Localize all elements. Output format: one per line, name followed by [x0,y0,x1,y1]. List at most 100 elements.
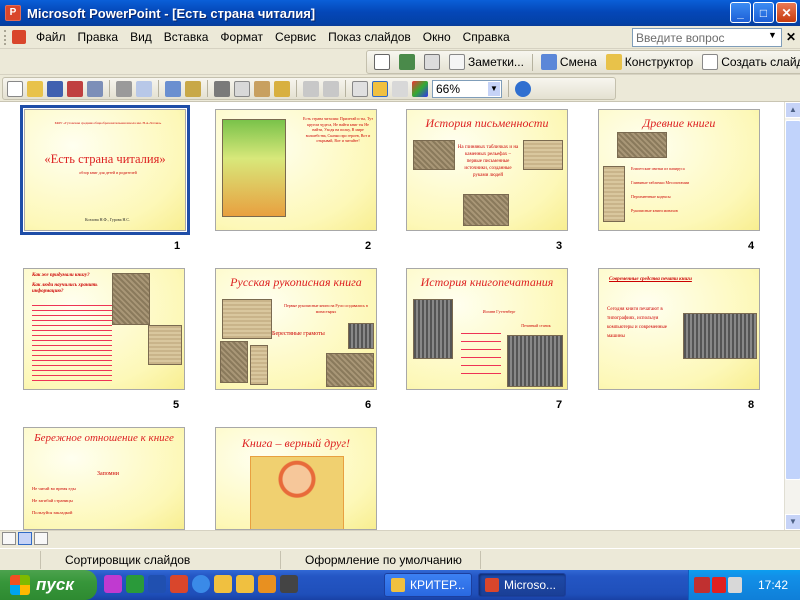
scroll-up-icon[interactable]: ▲ [785,102,800,118]
doc-close-icon[interactable]: ✕ [786,30,796,44]
menu-slideshow[interactable]: Показ слайдов [322,28,417,46]
expand-all-icon[interactable] [352,80,368,97]
slide-thumbnail-5[interactable]: Как же придумали книгу? Как люди научили… [23,268,185,390]
save-icon[interactable] [47,80,63,97]
notes-label: Заметки... [468,55,524,69]
redo-icon[interactable] [323,80,339,97]
slide-1-title: «Есть страна читалия» [44,152,166,166]
slide-number: 3 [556,240,563,252]
open-folder-icon[interactable] [27,80,43,97]
speaker-icon[interactable] [728,577,742,593]
slide-thumbnail-2[interactable]: Есть страна читалия: Прилетай и ты, Тут … [215,109,377,231]
vertical-scrollbar[interactable]: ▲ ▼ [784,102,800,530]
slide-thumbnail-8[interactable]: Современные средства печати книги Сегодн… [598,268,760,390]
help-search-input[interactable]: Введите вопрос [632,28,782,47]
view-buttons-bar [0,530,800,546]
menu-window[interactable]: Окно [417,28,457,46]
media-player-icon[interactable] [258,575,276,593]
minimize-button[interactable]: _ [730,2,751,23]
new-slide-button[interactable]: Создать слайд [699,52,800,72]
chevron-down-icon[interactable]: ▼ [768,30,777,40]
slide-5-body [32,305,112,385]
folder-icon[interactable] [236,575,254,593]
maximize-button[interactable]: □ [753,2,774,23]
manuscript-image [148,325,182,365]
powerpoint-icon[interactable] [170,575,188,593]
scrollbar-thumb[interactable] [785,120,800,480]
menu-help[interactable]: Справка [457,28,516,46]
quick-launch-icon[interactable] [104,575,122,593]
zoom-select[interactable]: 66% ▼ [432,79,502,98]
summary-button[interactable] [421,52,443,72]
grayscale-icon [374,54,390,70]
status-view: Сортировщик слайдов [40,550,280,569]
start-button[interactable]: пуск [0,570,97,600]
color-grayscale-icon[interactable] [412,80,428,97]
slide-thumbnail-6[interactable]: Русская рукописная книга Первые рукописн… [215,268,377,390]
format-painter-icon[interactable] [274,80,290,97]
word-icon[interactable] [148,575,166,593]
print-preview-icon[interactable] [136,80,152,97]
birch-bark-image [222,299,272,339]
slideshow-view-icon[interactable] [34,532,48,545]
taskbar-item-powerpoint[interactable]: Microso... [478,573,566,597]
slide-thumbnail-3[interactable]: История письменности На глиняных табличк… [406,109,568,231]
menu-format[interactable]: Формат [214,28,269,46]
normal-view-icon[interactable] [2,532,16,545]
paste-icon[interactable] [254,80,270,97]
slide-thumbnail-10[interactable]: Книга – верный друг! [215,427,377,530]
kaspersky-icon[interactable] [712,577,726,593]
slide-thumbnail-4[interactable]: Древние книги Египетские свитки из папир… [598,109,760,231]
research-icon[interactable] [185,80,201,97]
close-button[interactable]: ✕ [776,2,797,23]
slide-7-caption: Печатный станок [521,323,551,328]
slide-number: 8 [748,399,755,411]
menu-file[interactable]: Файл [30,28,72,46]
slide-5-subtitle: Как люди научились хранить информацию? [32,283,98,294]
email-icon[interactable] [87,80,103,97]
slide-thumbnail-7[interactable]: История книгопечатания Иоганн Гуттенберг… [406,268,568,390]
hide-slide-button[interactable] [396,52,418,72]
slide-4-bullet: Рукописные книги монахов [631,208,678,213]
powerpoint-icon [485,578,499,592]
title-bar: P Microsoft PowerPoint - [Есть страна чи… [0,0,800,26]
menu-insert[interactable]: Вставка [158,28,215,46]
notes-button[interactable]: Заметки... [446,52,527,72]
desktop-icon[interactable] [280,575,298,593]
slide-7-title: История книгопечатания [420,275,554,289]
print-icon[interactable] [116,80,132,97]
show-grid-icon[interactable] [392,80,408,97]
menu-view[interactable]: Вид [124,28,158,46]
slide-thumbnail-1[interactable]: МОУ «Гутовская средняя общеобразовательн… [20,105,190,235]
document-icon[interactable] [12,30,26,44]
excel-icon[interactable] [126,575,144,593]
transition-button[interactable]: Смена [538,52,600,72]
internet-explorer-icon[interactable] [192,575,210,593]
new-document-icon[interactable] [7,80,23,97]
menu-tools[interactable]: Сервис [269,28,322,46]
undo-icon[interactable] [303,80,319,97]
slide-thumbnail-9[interactable]: Бережное отношение к книге Запомни Не чи… [23,427,185,530]
taskbar-item-folder[interactable]: КРИТЕР... [384,573,472,597]
tablet-image [523,140,563,170]
formatting-toggle-icon[interactable] [372,80,388,97]
menu-bar: Файл Правка Вид Вставка Формат Сервис По… [0,26,800,49]
chevron-down-icon[interactable]: ▼ [488,81,500,96]
cut-icon[interactable] [214,80,230,97]
antivirus-icon[interactable] [694,577,710,593]
slide-sorter-view-icon[interactable] [18,532,32,545]
scroll-down-icon[interactable]: ▼ [785,514,800,530]
grayscale-button[interactable] [371,52,393,72]
powerpoint-icon[interactable]: P [5,5,21,21]
permission-icon[interactable] [67,80,83,97]
copy-icon[interactable] [234,80,250,97]
help-icon[interactable] [515,80,531,97]
folder-icon[interactable] [214,575,232,593]
spelling-icon[interactable] [165,80,181,97]
slide-sorter: МОУ «Гутовская средняя общеобразовательн… [0,102,784,530]
menu-edit[interactable]: Правка [72,28,125,46]
designer-button[interactable]: Конструктор [603,52,696,72]
toolbar-grip[interactable] [4,29,7,45]
scroll-image [603,166,625,222]
slide-number: 6 [365,399,372,411]
